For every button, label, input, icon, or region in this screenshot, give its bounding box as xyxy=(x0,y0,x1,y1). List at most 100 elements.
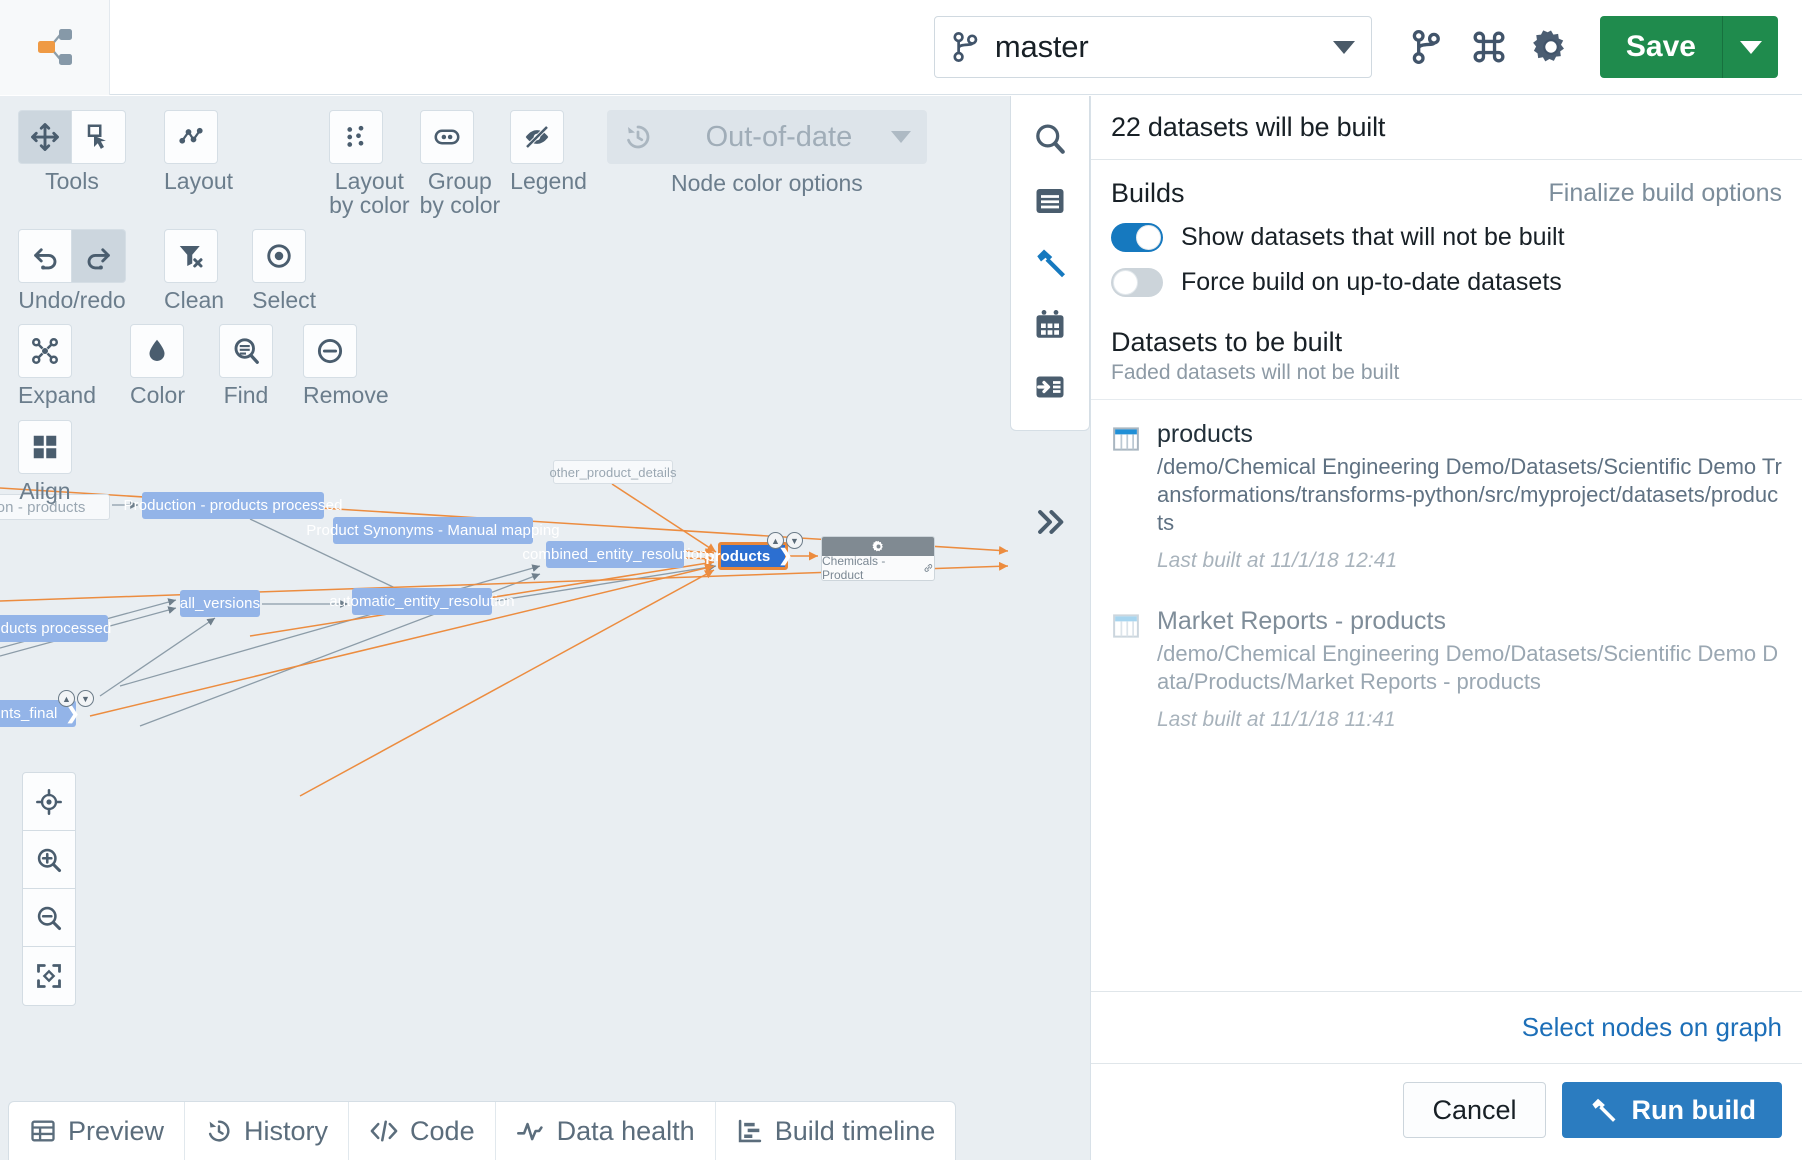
list-item[interactable]: products /demo/Chemical Engineering Demo… xyxy=(1111,420,1782,573)
datasets-list[interactable]: products /demo/Chemical Engineering Demo… xyxy=(1091,399,1802,991)
gear-icon xyxy=(1533,30,1564,62)
zoom-out-icon xyxy=(37,906,62,930)
rail-details-button[interactable] xyxy=(1011,170,1089,232)
select-nodes-on-graph-link[interactable]: Select nodes on graph xyxy=(1522,1012,1782,1043)
remove-minus-icon xyxy=(317,339,343,364)
toolbar-group-select: Select xyxy=(252,229,316,312)
toolbar-label: Group by color xyxy=(419,168,501,219)
find-button[interactable] xyxy=(218,324,273,379)
branch-selector[interactable]: master xyxy=(933,16,1372,78)
expand-button[interactable] xyxy=(18,324,72,379)
run-build-button[interactable]: Run build xyxy=(1561,1082,1782,1138)
select-button[interactable] xyxy=(252,229,307,284)
toggle-force-build[interactable] xyxy=(1111,268,1163,297)
tab-build-timeline[interactable]: Build timeline xyxy=(716,1102,956,1160)
link-icon xyxy=(924,564,933,572)
toolbar-group-align: Align xyxy=(18,419,72,504)
datasets-subheading: Faded datasets will not be built xyxy=(1111,361,1400,384)
branch-icon xyxy=(953,31,978,63)
graph-layout-icon xyxy=(179,127,203,144)
toolbar-label: Undo/redo xyxy=(18,287,126,314)
toolbar-label: Layout xyxy=(164,168,234,194)
zoom-out-button[interactable] xyxy=(23,889,75,947)
downstream-expand-badge[interactable]: ▼ xyxy=(77,690,94,707)
fit-screen-icon xyxy=(37,964,61,988)
shortcuts-button[interactable] xyxy=(1458,16,1520,78)
toolbar-label: Remove xyxy=(302,382,389,409)
move-tool-button[interactable] xyxy=(18,110,72,164)
undo-button[interactable] xyxy=(18,229,72,284)
tab-code[interactable]: Code xyxy=(349,1102,496,1160)
graph-node[interactable]: automatic_entity_resolution xyxy=(329,588,515,615)
rail-schedule-button[interactable] xyxy=(1011,294,1089,356)
transform-node[interactable]: Chemicals - Product xyxy=(821,536,935,581)
rail-import-button[interactable] xyxy=(1011,356,1089,418)
table-icon xyxy=(31,1120,55,1142)
graph-node[interactable]: combined_entity_resolution xyxy=(522,541,708,568)
graph-node[interactable]: Product Synonyms - Manual mapping xyxy=(306,517,560,544)
panel-actions-row: Cancel Run build xyxy=(1091,1063,1802,1160)
tab-data-health[interactable]: Data health xyxy=(496,1102,716,1160)
layout-button[interactable] xyxy=(164,110,218,164)
graph-node-badges: ▲ ▼ xyxy=(58,690,94,707)
save-button[interactable]: Save xyxy=(1599,16,1722,78)
rail-build-button[interactable] xyxy=(1011,232,1089,294)
layout-by-color-button[interactable] xyxy=(329,110,384,164)
app-logo[interactable] xyxy=(0,0,110,95)
toolbar-group-expand: Expand xyxy=(18,324,96,408)
toolbar-group-remove: Remove xyxy=(302,324,389,409)
marquee-select-tool-button[interactable] xyxy=(72,110,126,164)
tab-label: Preview xyxy=(68,1115,165,1146)
chevron-down-icon[interactable] xyxy=(1332,40,1355,54)
align-button[interactable] xyxy=(18,419,72,474)
toolbar-label: Align xyxy=(19,477,71,504)
toolbar-group-node-color: Out-of-date Node color options xyxy=(606,110,927,195)
graph-canvas[interactable]: duction - products Production - products… xyxy=(0,96,1008,1096)
group-by-color-button[interactable] xyxy=(419,110,474,164)
zoom-in-button[interactable] xyxy=(23,831,75,889)
clean-button[interactable] xyxy=(164,229,218,284)
redo-button[interactable] xyxy=(72,229,126,284)
remove-button[interactable] xyxy=(302,324,357,379)
bottom-tabs: Preview History Code Data health Build t… xyxy=(8,1101,957,1160)
tab-preview[interactable]: Preview xyxy=(9,1102,186,1160)
toolbar-label: Select xyxy=(252,287,317,314)
toolbar-label: Find xyxy=(223,382,269,409)
upstream-expand-badge[interactable]: ▲ xyxy=(58,690,75,707)
branch-actions-button[interactable] xyxy=(1396,16,1458,78)
toolbar-group-clean: Clean xyxy=(164,229,224,312)
tab-label: History xyxy=(244,1115,329,1146)
color-button[interactable] xyxy=(130,324,185,379)
tab-history[interactable]: History xyxy=(185,1102,350,1160)
cancel-button[interactable]: Cancel xyxy=(1403,1082,1546,1138)
toggle-force-build-row: Force build on up-to-date datasets xyxy=(1091,260,1802,305)
fit-to-screen-button[interactable] xyxy=(23,947,75,1005)
toggle-show-unbuilt-row: Show datasets that will not be built xyxy=(1091,215,1802,260)
toolbar-group-layout-by-color: Layout by color xyxy=(329,110,410,217)
save-dropdown-button[interactable] xyxy=(1722,16,1778,78)
settings-button[interactable] xyxy=(1520,16,1582,78)
group-pill-icon xyxy=(434,129,460,145)
downstream-expand-badge[interactable]: ▼ xyxy=(786,532,803,549)
recenter-button[interactable] xyxy=(23,773,75,831)
toggle-knob xyxy=(1113,270,1138,295)
graph-node[interactable]: all_versions xyxy=(180,590,260,617)
finalize-build-options-link[interactable]: Finalize build options xyxy=(1549,179,1782,208)
chevron-right-icon[interactable]: ❯ xyxy=(778,546,792,566)
bottom-tab-bar: Preview History Code Data health Build t… xyxy=(0,1096,1090,1160)
transform-node-body: Chemicals - Product xyxy=(822,554,934,580)
graph-node[interactable]: g - products processed xyxy=(0,615,111,642)
list-item[interactable]: Market Reports - products /demo/Chemical… xyxy=(1111,607,1782,732)
dataset-last-built: Last built at 11/1/18 12:41 xyxy=(1157,548,1398,572)
rail-search-button[interactable] xyxy=(1011,108,1089,170)
upstream-expand-badge[interactable]: ▲ xyxy=(767,532,784,549)
node-color-value: Out-of-date xyxy=(705,120,853,153)
toggle-show-unbuilt[interactable] xyxy=(1111,223,1163,252)
color-droplet-icon xyxy=(149,340,165,362)
legend-button[interactable] xyxy=(510,110,565,164)
import-icon xyxy=(1036,376,1064,398)
node-color-options-dropdown[interactable]: Out-of-date xyxy=(606,110,927,164)
chevron-down-icon[interactable] xyxy=(890,131,911,143)
rail-expand-button[interactable] xyxy=(1010,491,1090,553)
find-search-icon xyxy=(234,338,259,365)
